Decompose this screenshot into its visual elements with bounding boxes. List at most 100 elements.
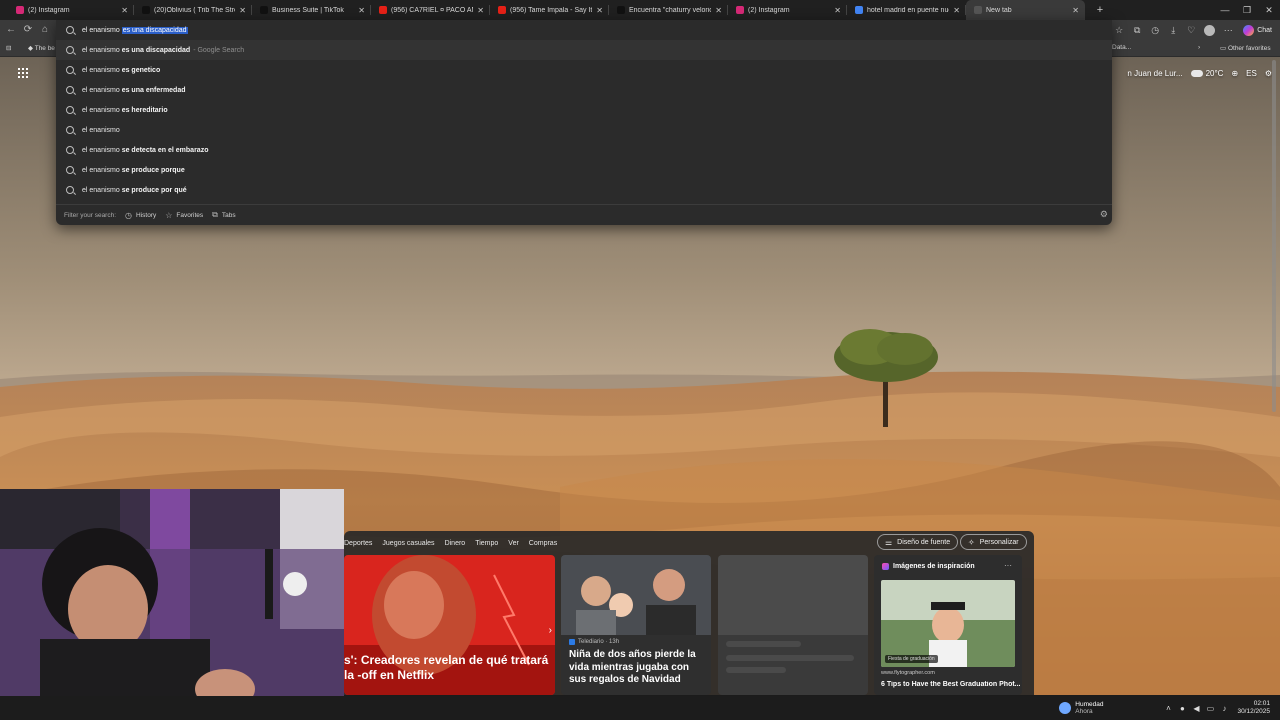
close-tab-icon[interactable]: ✕ bbox=[953, 6, 960, 15]
sliders-icon: ⚌ bbox=[885, 537, 893, 547]
news-headline[interactable]: Niña de dos años pierde la vida mientras… bbox=[569, 649, 707, 687]
performance-icon[interactable]: ♡ bbox=[1182, 25, 1200, 36]
minimize-button[interactable]: — bbox=[1214, 0, 1236, 20]
other-favorites[interactable]: ▭ Other favorites bbox=[1220, 44, 1271, 52]
suggestion-item[interactable]: el enanismo es una discapacidad - Google … bbox=[56, 40, 1112, 60]
tab-5[interactable]: (956) Tame Impala - Say It Right (✕ bbox=[490, 0, 609, 20]
settings-gear-icon[interactable]: ⚙ bbox=[1265, 69, 1272, 78]
taskbar-clock[interactable]: 02:01 30/12/2025 bbox=[1237, 700, 1270, 716]
carousel-next-icon[interactable]: › bbox=[549, 625, 552, 636]
search-icon bbox=[66, 106, 74, 114]
downloads-icon[interactable]: ⤓ bbox=[1164, 25, 1182, 36]
filter-favorites-button[interactable]: ☆ Favorites bbox=[165, 211, 203, 220]
copilot-chat-button[interactable]: Chat bbox=[1243, 24, 1272, 36]
more-menu-icon[interactable]: ⋯ bbox=[1219, 25, 1237, 36]
personalize-button[interactable]: ✧ Personalizar bbox=[960, 534, 1027, 550]
search-icon bbox=[66, 146, 74, 154]
inspiration-card[interactable]: Imágenes de inspiración ··· Fiesta de gr… bbox=[874, 555, 1022, 695]
search-settings-gear-icon[interactable]: ⚙ bbox=[1100, 209, 1108, 220]
image-tag: Fiesta de graduación bbox=[885, 655, 938, 663]
restore-button[interactable]: ❐ bbox=[1236, 0, 1258, 20]
volume-icon[interactable]: ◀ bbox=[1189, 704, 1203, 713]
tab-4[interactable]: (956) CA7RIEL ¤ PACO AMOROSO ✕ bbox=[371, 0, 490, 20]
favorites-star-icon[interactable]: ☆ bbox=[1110, 25, 1128, 36]
inspiration-title[interactable]: 6 Tips to Have the Best Graduation Phot.… bbox=[881, 681, 1021, 688]
close-window-button[interactable]: ✕ bbox=[1258, 0, 1280, 20]
taskbar-weather[interactable]: Humedad Ahora bbox=[1059, 701, 1103, 715]
back-button[interactable]: ← bbox=[4, 23, 18, 37]
close-tab-icon[interactable]: ✕ bbox=[834, 6, 841, 15]
search-icon bbox=[66, 26, 74, 34]
filter-tabs-button[interactable]: ⧉ Tabs bbox=[212, 210, 235, 220]
tab-title: Business Suite | TikTok bbox=[272, 6, 344, 14]
more-options-icon[interactable]: ··· bbox=[1004, 561, 1012, 570]
sidebar-toggle-icon[interactable]: ⊟ bbox=[6, 44, 11, 52]
close-tab-icon[interactable]: ✕ bbox=[1072, 6, 1079, 15]
youtube-icon bbox=[379, 6, 387, 14]
close-tab-icon[interactable]: ✕ bbox=[715, 6, 722, 15]
weather-temperature[interactable]: 20°C bbox=[1206, 69, 1224, 78]
close-tab-icon[interactable]: ✕ bbox=[477, 6, 484, 15]
feed-design-button[interactable]: ⚌ Diseño de fuente bbox=[877, 534, 959, 550]
tiktok-icon bbox=[617, 6, 625, 14]
language-globe-icon[interactable]: ⊕ bbox=[1231, 69, 1238, 78]
favorite-item[interactable]: ◆ The be bbox=[28, 44, 55, 52]
profile-avatar[interactable] bbox=[1204, 24, 1216, 36]
favorite-item-right[interactable]: Data... bbox=[1112, 44, 1131, 51]
suggestion-item[interactable]: el enanismo es genetico bbox=[56, 60, 1112, 80]
apps-launcher-icon[interactable] bbox=[18, 68, 28, 78]
suggestion-item[interactable]: el enanismo es una enfermedad bbox=[56, 80, 1112, 100]
typed-query: el enanismo bbox=[82, 26, 122, 34]
language-label[interactable]: ES bbox=[1246, 69, 1257, 78]
feed-nav-item[interactable]: Ver bbox=[508, 540, 519, 547]
tab-9[interactable]: New tab ✕ bbox=[966, 0, 1085, 20]
suggestion-item[interactable]: el enanismo se detecta en el embarazo bbox=[56, 140, 1112, 160]
close-tab-icon[interactable]: ✕ bbox=[358, 6, 365, 15]
instagram-icon bbox=[16, 6, 24, 14]
page-scrollbar[interactable] bbox=[1272, 60, 1276, 412]
refresh-button[interactable]: ⟳ bbox=[21, 23, 35, 37]
feed-nav-item[interactable]: Tiempo bbox=[475, 540, 498, 547]
tab-8[interactable]: hotel madrid en puente nuevo - G ✕ bbox=[847, 0, 966, 20]
suggestion-item[interactable]: el enanismo bbox=[56, 120, 1112, 140]
microphone-icon[interactable]: ● bbox=[1175, 704, 1189, 713]
suggestion-completion: es hereditario bbox=[121, 106, 168, 114]
tab-1[interactable]: (2) Instagram ✕ bbox=[8, 0, 134, 20]
chevron-right-icon[interactable]: › bbox=[1198, 44, 1200, 51]
suggestion-item[interactable]: el enanismo es hereditario bbox=[56, 100, 1112, 120]
feed-nav-item[interactable]: Compras bbox=[529, 540, 557, 547]
new-tab-button[interactable]: + bbox=[1093, 4, 1107, 16]
filter-history-button[interactable]: ◷ History bbox=[125, 211, 156, 220]
tab-2[interactable]: (20)Oblivius ( Trib The Strokes ) (El ✕ bbox=[134, 0, 252, 20]
close-tab-icon[interactable]: ✕ bbox=[239, 6, 246, 15]
address-bar-input[interactable]: el enanismo es una discapacidad bbox=[56, 20, 1112, 40]
suggestion-item[interactable]: el enanismo se produce porque bbox=[56, 160, 1112, 180]
inspiration-domain: www.flytographer.com bbox=[881, 670, 935, 676]
chevron-up-icon[interactable]: ˄ bbox=[1161, 704, 1175, 713]
tab-title: (956) Tame Impala - Say It Right ( bbox=[510, 6, 593, 14]
ntp-weather-widget: n Juan de Lur... 20°C ⊕ ES ⚙ bbox=[1127, 65, 1280, 81]
tab-6[interactable]: Encuentra "chaturry velorio" en Ti✕ bbox=[609, 0, 728, 20]
feed-nav-item[interactable]: Dinero bbox=[445, 540, 466, 547]
feed-nav-item[interactable]: Juegos casuales bbox=[382, 540, 434, 547]
inspiration-header: Imágenes de inspiración bbox=[882, 563, 975, 570]
history-icon[interactable]: ◷ bbox=[1146, 25, 1164, 36]
search-icon bbox=[66, 166, 74, 174]
tab-3[interactable]: Business Suite | TikTok ✕ bbox=[252, 0, 371, 20]
suggestion-item[interactable]: el enanismo se produce por qué bbox=[56, 180, 1112, 200]
system-tray: Humedad Ahora ˄ ● ◀ ▭ ♪ 02:01 30/12/2025 bbox=[1059, 696, 1280, 720]
news-card[interactable]: Telediario · 13h Niña de dos años pierde… bbox=[561, 555, 711, 695]
news-headline[interactable]: s': Creadores revelan de qué tratará la … bbox=[344, 653, 555, 683]
weather-location[interactable]: n Juan de Lur... bbox=[1127, 69, 1182, 78]
collections-icon[interactable]: ⧉ bbox=[1128, 25, 1146, 36]
home-button[interactable]: ⌂ bbox=[38, 23, 52, 37]
tab-7[interactable]: (2) Instagram ✕ bbox=[728, 0, 847, 20]
filter-your-search-bar: Filter your search: ◷ History ☆ Favorites … bbox=[56, 204, 1112, 225]
suggestion-completion: es una discapacidad bbox=[121, 46, 191, 54]
close-tab-icon[interactable]: ✕ bbox=[121, 6, 128, 15]
network-icon[interactable]: ▭ bbox=[1203, 704, 1217, 713]
news-card[interactable]: › s': Creadores revelan de qué tratará l… bbox=[344, 555, 555, 695]
feed-nav-item[interactable]: Deportes bbox=[344, 540, 372, 547]
speaker-icon[interactable]: ♪ bbox=[1217, 704, 1231, 713]
close-tab-icon[interactable]: ✕ bbox=[596, 6, 603, 15]
